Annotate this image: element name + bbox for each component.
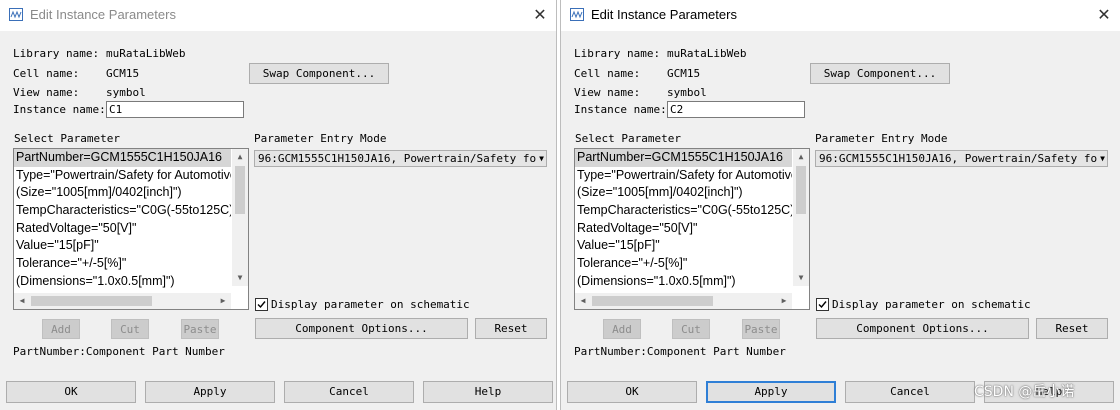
vertical-scrollbar[interactable]: ▲ ▼ — [232, 149, 248, 286]
parameter-list-item[interactable]: (Dimensions="1.0x0.5[mm]") — [575, 273, 792, 291]
help-button[interactable]: Help — [423, 381, 553, 403]
scroll-up-icon[interactable]: ▲ — [232, 149, 248, 165]
parameter-list-item[interactable]: Tolerance="+/-5[%]" — [575, 255, 792, 273]
chevron-down-icon[interactable]: ▼ — [537, 151, 544, 166]
horizontal-scrollbar[interactable]: ◀ ▶ — [575, 293, 792, 309]
close-icon[interactable]: ✕ — [528, 4, 552, 26]
component-options-button[interactable]: Component Options... — [816, 318, 1029, 339]
app-icon — [9, 8, 23, 21]
view-name-label: View name: — [574, 86, 641, 99]
horizontal-scroll-thumb[interactable] — [31, 296, 152, 306]
parameter-list-item[interactable]: PartNumber=GCM1555C1H150JA16 — [14, 149, 231, 167]
title-bar[interactable]: Edit Instance Parameters ✕ — [0, 0, 556, 31]
display-parameter-label: Display parameter on schematic — [832, 298, 1031, 311]
library-name-label: Library name: — [13, 47, 100, 60]
window-title: Edit Instance Parameters — [591, 7, 737, 22]
parameter-list-item[interactable]: TempCharacteristics="C0G(-55to125C)" — [575, 202, 792, 220]
parameter-list[interactable]: PartNumber=GCM1555C1H150JA16 Type="Powert… — [13, 148, 249, 310]
parameter-entry-mode-value: 96:GCM1555C1H150JA16, Powertrain/Safety … — [819, 152, 1107, 165]
add-button[interactable]: Add — [603, 319, 641, 339]
status-text: PartNumber:Component Part Number — [574, 345, 786, 358]
cell-name-value: GCM15 — [667, 67, 701, 80]
parameter-entry-mode-select[interactable]: 96:GCM1555C1H150JA16, Powertrain/Safety … — [815, 150, 1108, 167]
parameter-entry-mode-label: Parameter Entry Mode — [254, 132, 387, 145]
scroll-left-icon[interactable]: ◀ — [575, 293, 591, 309]
parameter-list-items: PartNumber=GCM1555C1H150JA16 Type="Powert… — [575, 149, 792, 291]
parameter-entry-mode-value: 96:GCM1555C1H150JA16, Powertrain/Safety … — [258, 152, 546, 165]
parameter-list-item[interactable]: Value="15[pF]" — [14, 237, 231, 255]
apply-button[interactable]: Apply — [706, 381, 836, 403]
window-title: Edit Instance Parameters — [30, 7, 176, 22]
view-name-value: symbol — [106, 86, 146, 99]
ok-button[interactable]: OK — [567, 381, 697, 403]
vertical-scroll-thumb[interactable] — [796, 166, 806, 214]
chevron-down-icon[interactable]: ▼ — [1098, 151, 1105, 166]
parameter-list[interactable]: PartNumber=GCM1555C1H150JA16 Type="Powert… — [574, 148, 810, 310]
component-options-button[interactable]: Component Options... — [255, 318, 468, 339]
scroll-up-icon[interactable]: ▲ — [793, 149, 809, 165]
ok-button[interactable]: OK — [6, 381, 136, 403]
paste-button[interactable]: Paste — [181, 319, 219, 339]
cell-name-value: GCM15 — [106, 67, 140, 80]
parameter-list-item[interactable]: RatedVoltage="50[V]" — [575, 220, 792, 238]
edit-instance-parameters-dialog-c2: Edit Instance Parameters ✕ Library name:… — [560, 0, 1120, 410]
cell-name-label: Cell name: — [13, 67, 80, 80]
view-name-label: View name: — [13, 86, 80, 99]
scroll-down-icon[interactable]: ▼ — [232, 270, 248, 286]
scroll-right-icon[interactable]: ▶ — [776, 293, 792, 309]
horizontal-scroll-thumb[interactable] — [592, 296, 713, 306]
view-name-value: symbol — [667, 86, 707, 99]
library-name-label: Library name: — [574, 47, 661, 60]
library-name-value: muRataLibWeb — [106, 47, 186, 60]
parameter-entry-mode-label: Parameter Entry Mode — [815, 132, 948, 145]
cut-button[interactable]: Cut — [111, 319, 149, 339]
instance-name-input[interactable]: C1 — [106, 101, 244, 118]
select-parameter-label: Select Parameter — [14, 132, 120, 145]
swap-component-button[interactable]: Swap Component... — [810, 63, 950, 84]
parameter-list-item[interactable]: Type="Powertrain/Safety for Automotive" — [575, 167, 792, 185]
reset-button[interactable]: Reset — [1036, 318, 1108, 339]
display-parameter-checkbox[interactable] — [816, 298, 829, 311]
parameter-list-item[interactable]: Tolerance="+/-5[%]" — [14, 255, 231, 273]
parameter-list-item[interactable]: TempCharacteristics="C0G(-55to125C)" — [14, 202, 231, 220]
scroll-right-icon[interactable]: ▶ — [215, 293, 231, 309]
instance-name-label: Instance name: — [13, 103, 106, 116]
vertical-scrollbar[interactable]: ▲ ▼ — [793, 149, 809, 286]
parameter-list-item[interactable]: RatedVoltage="50[V]" — [14, 220, 231, 238]
parameter-list-item[interactable]: (Dimensions="1.0x0.5[mm]") — [14, 273, 231, 291]
cell-name-label: Cell name: — [574, 67, 641, 80]
display-parameter-label: Display parameter on schematic — [271, 298, 470, 311]
close-icon[interactable]: ✕ — [1092, 4, 1116, 26]
scroll-down-icon[interactable]: ▼ — [793, 270, 809, 286]
vertical-scroll-thumb[interactable] — [235, 166, 245, 214]
app-icon — [570, 8, 584, 21]
display-parameter-checkbox[interactable] — [255, 298, 268, 311]
apply-button[interactable]: Apply — [145, 381, 275, 403]
scroll-left-icon[interactable]: ◀ — [14, 293, 30, 309]
reset-button[interactable]: Reset — [475, 318, 547, 339]
instance-name-input[interactable]: C2 — [667, 101, 805, 118]
status-text: PartNumber:Component Part Number — [13, 345, 225, 358]
library-name-value: muRataLibWeb — [667, 47, 747, 60]
paste-button[interactable]: Paste — [742, 319, 780, 339]
cancel-button[interactable]: Cancel — [845, 381, 975, 403]
select-parameter-label: Select Parameter — [575, 132, 681, 145]
add-button[interactable]: Add — [42, 319, 80, 339]
parameter-list-item[interactable]: Type="Powertrain/Safety for Automotive" — [14, 167, 231, 185]
title-bar[interactable]: Edit Instance Parameters ✕ — [561, 0, 1120, 31]
horizontal-scrollbar[interactable]: ◀ ▶ — [14, 293, 231, 309]
swap-component-button[interactable]: Swap Component... — [249, 63, 389, 84]
cancel-button[interactable]: Cancel — [284, 381, 414, 403]
parameter-entry-mode-select[interactable]: 96:GCM1555C1H150JA16, Powertrain/Safety … — [254, 150, 547, 167]
instance-name-label: Instance name: — [574, 103, 667, 116]
parameter-list-items: PartNumber=GCM1555C1H150JA16 Type="Powert… — [14, 149, 231, 291]
parameter-list-item[interactable]: (Size="1005[mm]/0402[inch]") — [14, 184, 231, 202]
parameter-list-item[interactable]: Value="15[pF]" — [575, 237, 792, 255]
parameter-list-item[interactable]: PartNumber=GCM1555C1H150JA16 — [575, 149, 792, 167]
edit-instance-parameters-dialog-c1: Edit Instance Parameters ✕ Library name:… — [0, 0, 557, 410]
parameter-list-item[interactable]: (Size="1005[mm]/0402[inch]") — [575, 184, 792, 202]
cut-button[interactable]: Cut — [672, 319, 710, 339]
watermark: CSDN @岳小诺 — [974, 384, 1075, 400]
